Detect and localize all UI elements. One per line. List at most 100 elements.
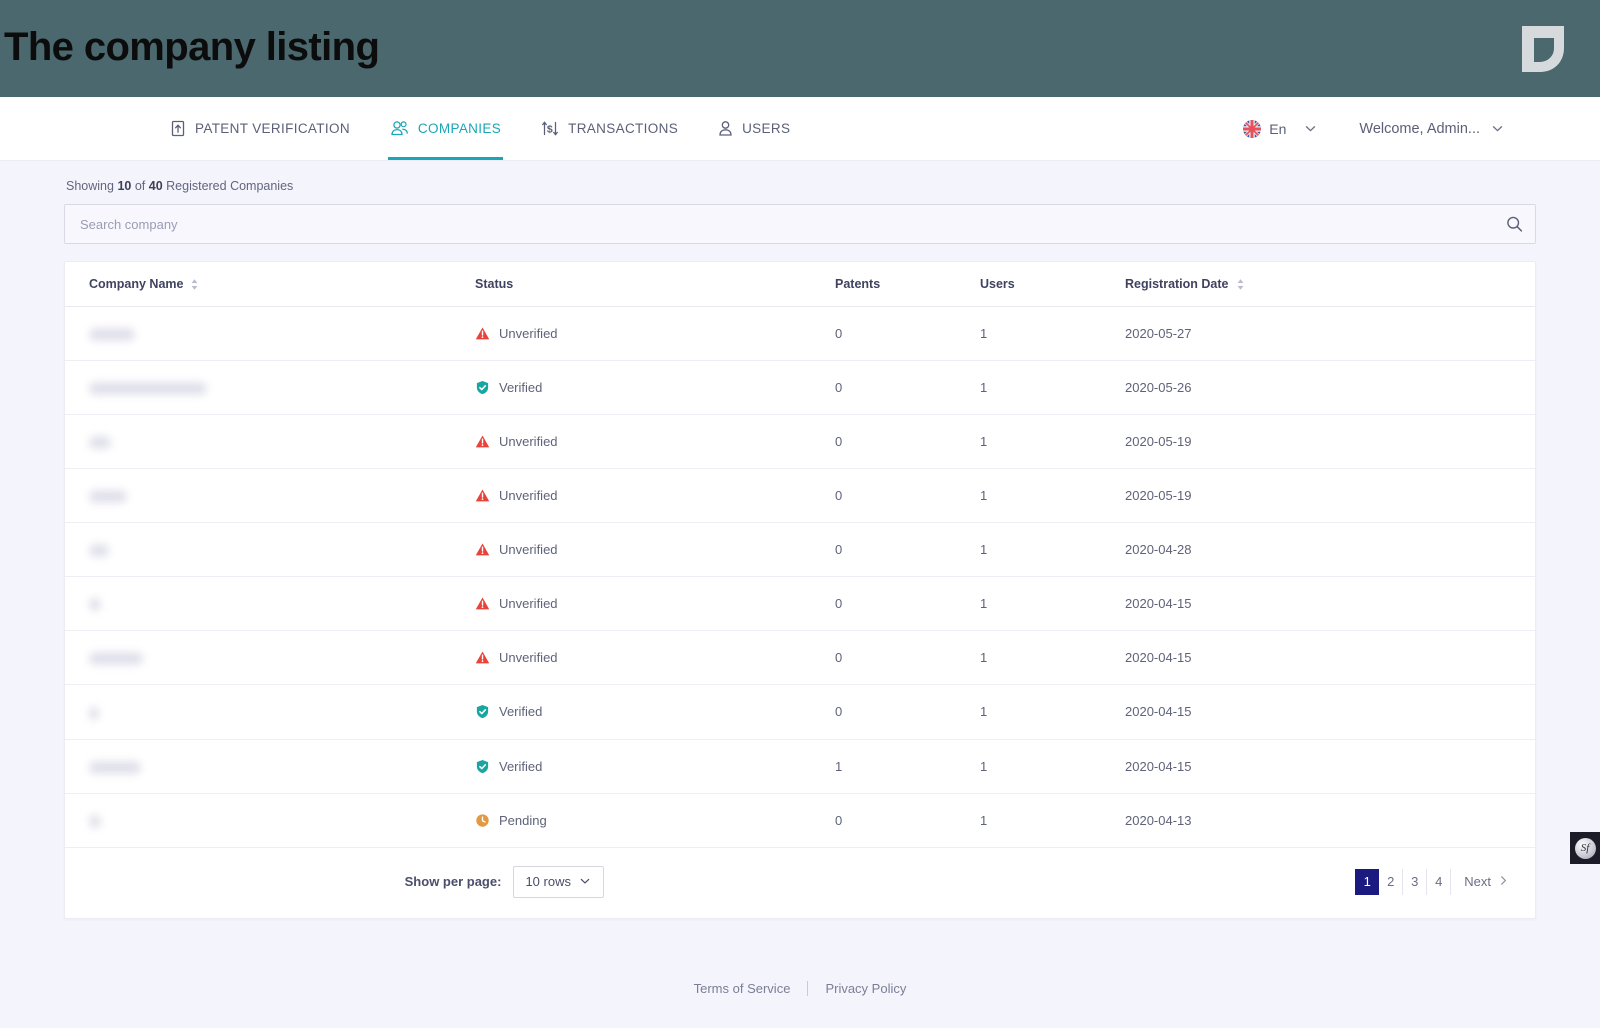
transfer-dollar-icon: $ — [541, 120, 559, 137]
redacted-company-name — [89, 598, 101, 612]
cell-status: Verified — [475, 360, 835, 416]
sort-icon[interactable] — [1236, 278, 1245, 291]
search-input[interactable] — [65, 205, 1535, 243]
warning-triangle-icon — [475, 542, 490, 557]
cell-status: Unverified — [475, 630, 835, 686]
cell-status: Unverified — [475, 306, 835, 362]
uk-flag-icon — [1243, 119, 1262, 138]
companies-card: Company Name Status Patents Users Regist… — [64, 261, 1536, 919]
cell-company-name — [65, 522, 475, 578]
table-row[interactable]: Unverified 0 1 2020-05-19 — [65, 468, 1535, 524]
table-row[interactable]: Verified 0 1 2020-04-15 — [65, 684, 1535, 740]
table-head: Company Name Status Patents Users Regist… — [65, 262, 1535, 307]
shield-check-icon — [475, 380, 490, 395]
warning-triangle-icon — [475, 326, 490, 341]
cell-registration-date: 2020-05-27 — [1125, 306, 1535, 362]
redacted-company-name — [89, 544, 109, 558]
status-label: Unverified — [499, 596, 558, 612]
terms-of-service-link[interactable]: Terms of Service — [694, 981, 791, 996]
sf-widget-badge[interactable]: Sf — [1570, 832, 1600, 864]
chevron-down-icon[interactable] — [1304, 122, 1317, 135]
cell-users: 1 — [980, 414, 1125, 470]
pagination-page-4[interactable]: 4 — [1427, 868, 1452, 895]
tab-companies[interactable]: COMPANIES — [387, 97, 504, 160]
tab-patent-verification[interactable]: PATENT VERIFICATION — [168, 97, 352, 160]
cell-company-name — [65, 306, 475, 362]
col-header-users: Users — [980, 262, 1125, 307]
nav-right-controls: En Welcome, Admin... — [1243, 97, 1600, 160]
redacted-company-name — [89, 652, 143, 666]
sort-icon[interactable] — [190, 278, 199, 291]
col-header-registration-date[interactable]: Registration Date — [1125, 262, 1535, 307]
cell-company-name — [65, 468, 475, 524]
cell-company-name — [65, 739, 475, 794]
cell-registration-date: 2020-04-15 — [1125, 684, 1535, 740]
chevron-down-icon — [579, 875, 592, 888]
language-label: En — [1269, 120, 1287, 137]
document-upload-icon — [170, 120, 186, 137]
user-menu[interactable]: Welcome, Admin... — [1359, 121, 1504, 137]
footer-divider — [807, 980, 809, 996]
table-row[interactable]: Unverified 0 1 2020-04-15 — [65, 630, 1535, 686]
tab-label: TRANSACTIONS — [568, 121, 679, 136]
status-label: Pending — [499, 812, 547, 828]
language-selector[interactable]: En — [1243, 119, 1304, 138]
shield-check-icon — [475, 759, 490, 774]
user-menu-label: Welcome, Admin... — [1359, 120, 1480, 137]
cell-company-name — [65, 414, 475, 470]
pagination-next-button[interactable]: Next — [1451, 869, 1511, 895]
table-row[interactable]: Pending 0 1 2020-04-13 — [65, 793, 1535, 848]
cell-registration-date: 2020-04-15 — [1125, 739, 1535, 794]
column-label: Registration Date — [1125, 277, 1229, 291]
tab-transactions[interactable]: $ TRANSACTIONS — [539, 97, 680, 160]
results-summary: Showing 10 of 40 Registered Companies — [64, 179, 1536, 193]
cell-users: 1 — [980, 793, 1125, 848]
per-page-label: Show per page: — [404, 874, 502, 890]
status-label: Unverified — [499, 650, 558, 666]
table-row[interactable]: Unverified 0 1 2020-05-19 — [65, 414, 1535, 470]
privacy-policy-link[interactable]: Privacy Policy — [825, 981, 906, 996]
pagination-page-3[interactable]: 3 — [1403, 868, 1428, 895]
column-label: Patents — [835, 277, 881, 291]
cell-registration-date: 2020-04-15 — [1125, 576, 1535, 632]
cell-company-name — [65, 576, 475, 632]
cell-company-name — [65, 793, 475, 848]
table-row[interactable]: Verified 0 1 2020-05-26 — [65, 360, 1535, 416]
redacted-company-name — [89, 814, 101, 828]
redacted-company-name — [89, 382, 207, 396]
cell-status: Pending — [475, 793, 835, 848]
summary-suffix: Registered Companies — [166, 179, 294, 193]
col-header-company-name[interactable]: Company Name — [65, 262, 475, 307]
chevron-right-icon — [1498, 874, 1509, 889]
cell-users: 1 — [980, 630, 1125, 686]
tab-users[interactable]: USERS — [716, 97, 792, 160]
table-row[interactable]: Unverified 0 1 2020-04-28 — [65, 522, 1535, 578]
pagination-page-2[interactable]: 2 — [1379, 868, 1404, 895]
table-header-row: Company Name Status Patents Users Regist… — [65, 262, 1535, 307]
cell-users: 1 — [980, 684, 1125, 740]
cell-registration-date: 2020-04-15 — [1125, 630, 1535, 686]
table-row[interactable]: Unverified 0 1 2020-04-15 — [65, 576, 1535, 632]
cell-status: Verified — [475, 739, 835, 794]
pagination: 1 2 3 4 Next — [1355, 868, 1511, 895]
shield-check-icon — [475, 704, 490, 719]
search-bar — [64, 204, 1536, 244]
col-header-status: Status — [475, 262, 835, 307]
redacted-company-name — [89, 760, 141, 774]
redacted-company-name — [89, 328, 135, 342]
table-footer: Show per page: 10 rows 1 2 3 4 Next — [65, 848, 1535, 918]
per-page-select[interactable]: 10 rows — [513, 865, 604, 898]
warning-triangle-icon — [475, 650, 490, 665]
cell-company-name — [65, 630, 475, 686]
companies-table: Company Name Status Patents Users Regist… — [65, 262, 1535, 848]
cell-registration-date: 2020-04-13 — [1125, 793, 1535, 848]
clock-icon — [475, 813, 490, 828]
summary-prefix: Showing — [66, 179, 114, 193]
table-row[interactable]: Verified 1 1 2020-04-15 — [65, 739, 1535, 794]
pagination-page-1[interactable]: 1 — [1355, 868, 1380, 895]
table-row[interactable]: Unverified 0 1 2020-05-27 — [65, 306, 1535, 362]
cell-status: Unverified — [475, 576, 835, 632]
summary-shown: 10 — [117, 179, 132, 193]
search-button[interactable] — [1506, 216, 1523, 233]
cell-registration-date: 2020-04-28 — [1125, 522, 1535, 578]
